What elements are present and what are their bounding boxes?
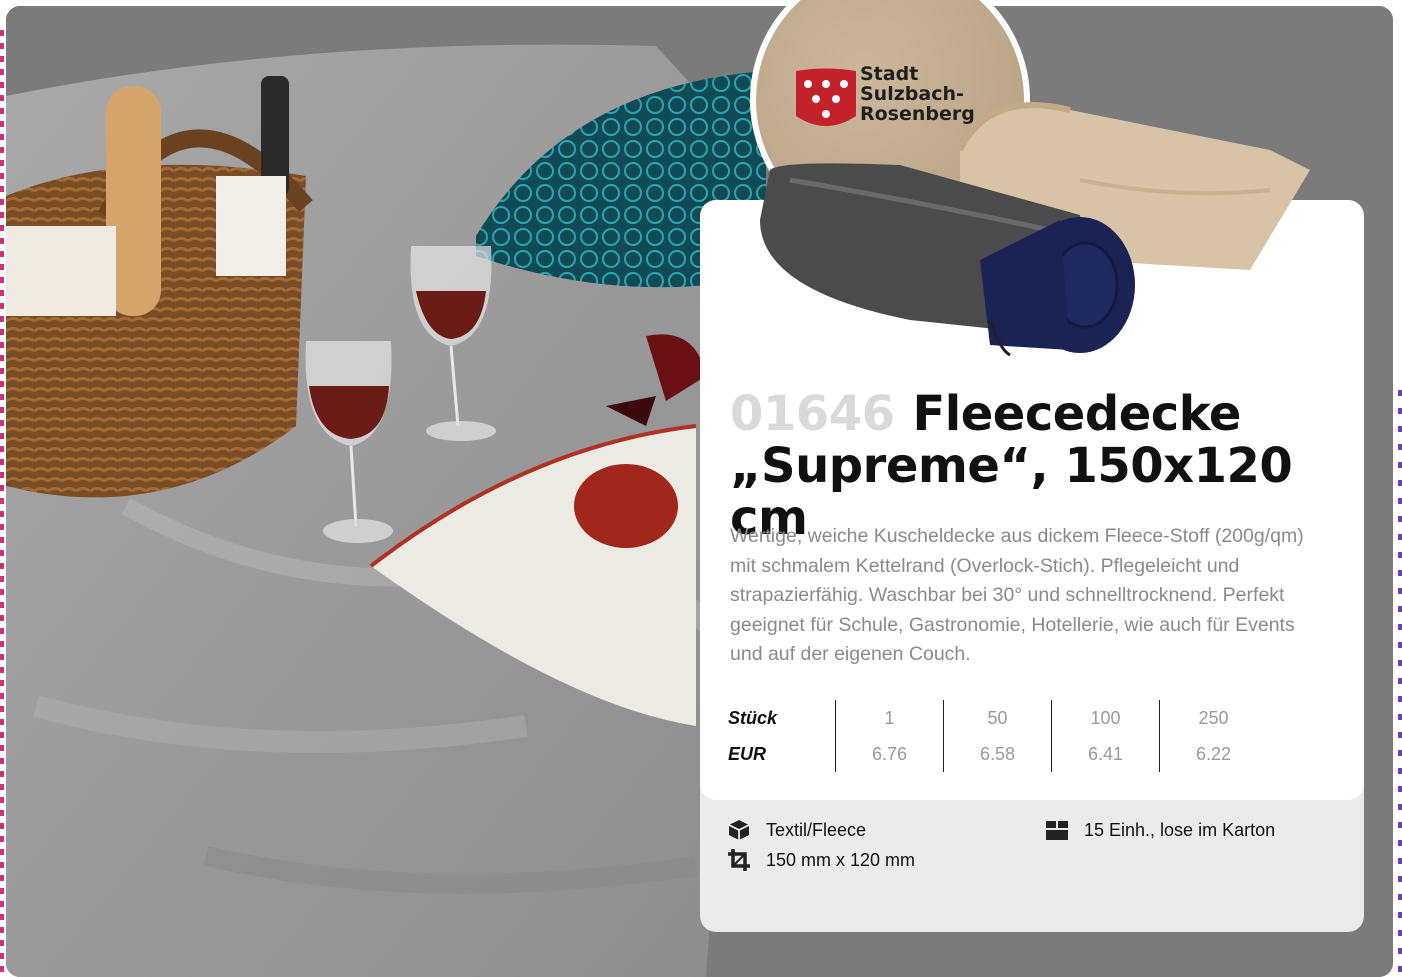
quantity-cell: 1 [835, 700, 944, 736]
blanket-products-image [760, 102, 1310, 357]
spec-size-text: 150 mm x 120 mm [766, 849, 916, 870]
product-title-line-1: Fleecedecke [912, 386, 1242, 442]
price-cell: 6.41 [1051, 736, 1160, 772]
cut-mark-right [1398, 390, 1402, 977]
price-row: EUR 6.76 6.58 6.41 6.22 [728, 736, 1267, 772]
box-icon [728, 819, 750, 841]
spec-material: Textil/Fleece [728, 819, 866, 841]
spec-packaging-text: 15 Einh., lose im Karton [1084, 819, 1276, 840]
price-cell: 6.76 [835, 736, 944, 772]
product-title: 01646 Fleecedecke „Supreme“, 150x120 cm [730, 388, 1350, 544]
price-cell: 6.58 [943, 736, 1052, 772]
price-cell: 6.22 [1159, 736, 1267, 772]
crop-icon [728, 849, 750, 871]
quantity-cell: 250 [1159, 700, 1267, 736]
spec-size: 150 mm x 120 mm [728, 849, 915, 871]
quantity-label: Stück [728, 707, 778, 728]
spec-packaging: 15 Einh., lose im Karton [1046, 819, 1275, 841]
spec-material-text: Textil/Fleece [766, 819, 867, 840]
currency-label: EUR [728, 743, 767, 764]
quantity-cell: 50 [943, 700, 1052, 736]
cut-mark-left [0, 30, 4, 977]
package-icon [1046, 819, 1068, 841]
price-table: Stück 1 50 100 250 EUR 6.76 6.58 6.41 6.… [728, 700, 1267, 772]
quantity-cell: 100 [1051, 700, 1160, 736]
product-description: Wertige, weiche Kuscheldecke aus dickem … [730, 525, 1304, 665]
quantity-row: Stück 1 50 100 250 [728, 700, 1267, 736]
article-number: 01646 [730, 386, 895, 442]
